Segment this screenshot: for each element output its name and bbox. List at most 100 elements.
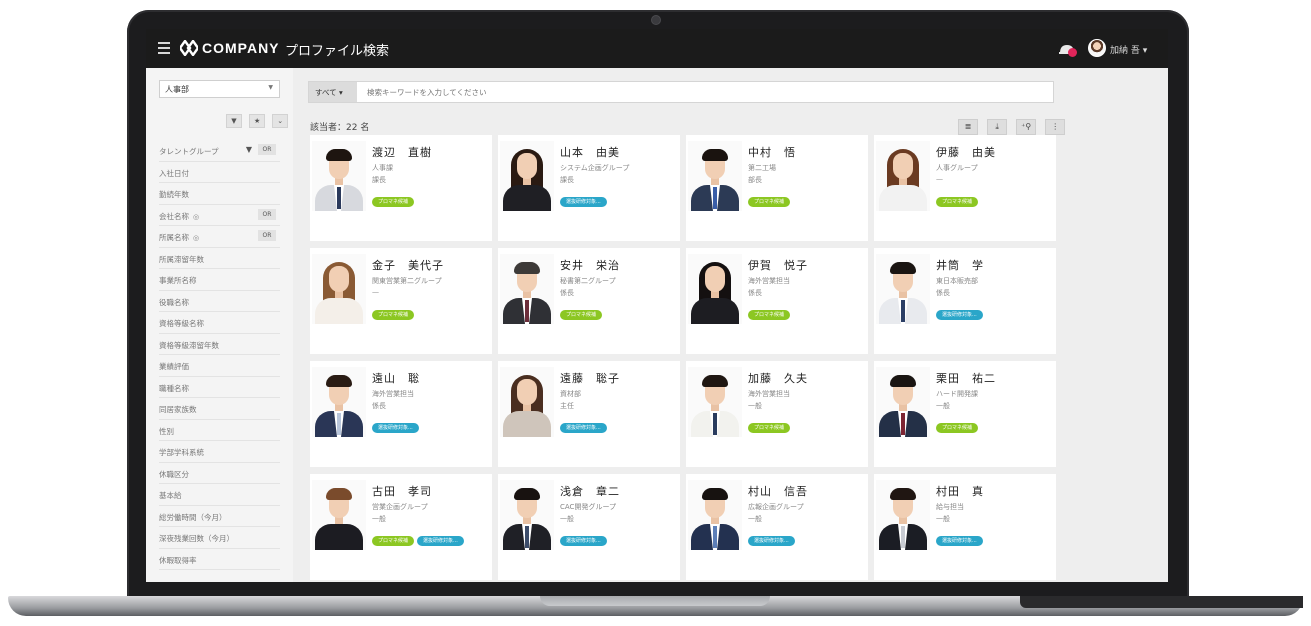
person-name[interactable]: 伊賀 悦子: [748, 257, 808, 273]
search-input[interactable]: [365, 82, 1045, 102]
profile-card[interactable]: 金子 美代子 関東営業第二グループ — プロマネ候補: [310, 248, 492, 354]
tag-badge[interactable]: プロマネ候補: [748, 310, 791, 320]
sidebar-filter-item[interactable]: 基本給: [159, 484, 280, 506]
profile-card[interactable]: 伊賀 悦子 海外営業担当 係長 プロマネ候補: [686, 248, 868, 354]
sidebar-item-label: 総労働時間（今月）: [159, 512, 227, 522]
sidebar-filter-item[interactable]: 学部学科系統: [159, 441, 280, 463]
help-icon[interactable]: ◎: [193, 213, 199, 221]
tag-badge[interactable]: プロマネ候補: [372, 310, 415, 320]
or-toggle-button[interactable]: OR: [258, 208, 276, 220]
camera-icon: [651, 15, 661, 25]
sidebar-filter-item[interactable]: 深夜残業回数（今月）: [159, 527, 280, 549]
add-user-icon[interactable]: ⁺⚲: [1016, 119, 1037, 135]
search-scope-dropdown[interactable]: すべて ▾: [309, 82, 357, 102]
sidebar-filter-item[interactable]: 入社日付: [159, 162, 280, 183]
avatar[interactable]: [1088, 39, 1106, 57]
tag-badge[interactable]: プロマネ候補: [748, 197, 791, 207]
filter-icon[interactable]: ▼: [226, 114, 242, 128]
more-icon[interactable]: ⋮: [1045, 119, 1066, 135]
hamburger-menu-icon[interactable]: [158, 42, 170, 54]
profile-card[interactable]: 加藤 久夫 海外営業担当 一般 プロマネ候補: [686, 361, 868, 467]
sidebar-filter-item[interactable]: 会社名称 ◎ OR: [159, 205, 280, 226]
search-bar: すべて ▾: [308, 81, 1054, 103]
tag-badge[interactable]: 選抜研修対象...: [417, 536, 464, 546]
sidebar-filter-item[interactable]: タレントグループ ▼ OR: [159, 140, 280, 162]
star-icon[interactable]: ★: [249, 114, 266, 128]
tag-badge[interactable]: プロマネ候補: [560, 310, 603, 320]
tag-list: 選抜研修対象...: [748, 527, 798, 546]
person-name[interactable]: 古田 孝司: [372, 483, 432, 499]
person-name[interactable]: 金子 美代子: [372, 257, 444, 273]
tag-list: プロマネ候補: [748, 188, 793, 207]
person-name[interactable]: 遠藤 聡子: [560, 370, 620, 386]
profile-card[interactable]: 遠山 聡海外営業担当 係長 選抜研修対象...: [310, 361, 492, 467]
sidebar-filter-item[interactable]: 休職区分: [159, 463, 280, 484]
or-toggle-button[interactable]: OR: [258, 230, 276, 241]
person-name[interactable]: 村山 信吾: [748, 483, 808, 499]
sidebar-filter-item[interactable]: 休暇取得率: [159, 549, 280, 570]
person-name[interactable]: 伊藤 由美: [936, 144, 996, 160]
profile-card[interactable]: 伊藤 由美 人事グループ — プロマネ候補: [874, 135, 1056, 241]
sidebar-item-label: 休暇取得率: [159, 555, 197, 565]
tag-badge[interactable]: プロマネ候補: [748, 423, 791, 433]
sidebar-filter-item[interactable]: 性別: [159, 420, 280, 441]
sidebar-filter-item[interactable]: 資格等級名称: [159, 312, 280, 334]
sidebar-filter-item[interactable]: 職種名称: [159, 377, 280, 398]
person-name[interactable]: 浅倉 章二: [560, 483, 620, 499]
person-name[interactable]: 村田 真: [936, 483, 984, 499]
profile-card[interactable]: 山本 由美 システム企画グループ 課長 選抜研修対象...: [498, 135, 680, 241]
person-name[interactable]: 渡辺 直樹: [372, 144, 432, 160]
sidebar-filter-item[interactable]: 勤続年数: [159, 183, 280, 205]
tag-badge[interactable]: 選抜研修対象...: [748, 536, 795, 546]
sidebar-filter-item[interactable]: 役職名称: [159, 291, 280, 312]
user-menu[interactable]: 加納 吾 ▾: [1110, 43, 1147, 56]
person-name[interactable]: 山本 由美: [560, 144, 620, 160]
tag-badge[interactable]: 選抜研修対象...: [560, 197, 607, 207]
profile-card[interactable]: 中村 悟第二工場 部長 プロマネ候補: [686, 135, 868, 241]
list-view-icon[interactable]: ≣: [958, 119, 978, 135]
person-name[interactable]: 井筒 学: [936, 257, 984, 273]
or-toggle-button[interactable]: OR: [258, 144, 276, 155]
sidebar-filter-item[interactable]: 資格等級滞留年数: [159, 334, 280, 355]
person-name[interactable]: 栗田 祐二: [936, 370, 996, 386]
tag-list: 選抜研修対象...: [936, 301, 986, 320]
download-icon[interactable]: ⤓: [987, 119, 1008, 135]
person-name[interactable]: 中村 悟: [748, 144, 796, 160]
tag-badge[interactable]: 選抜研修対象...: [560, 536, 607, 546]
sidebar-filter-item[interactable]: 同居家族数: [159, 398, 280, 420]
profile-card[interactable]: 浅倉 章二 CAC開発グループ 一般 選抜研修対象...: [498, 474, 680, 580]
person-role: —: [372, 288, 379, 296]
profile-card[interactable]: 古田 孝司 営業企画グループ 一般 プロマネ候補 選抜研修対象...: [310, 474, 492, 580]
tag-badge[interactable]: プロマネ候補: [372, 536, 415, 546]
tag-badge[interactable]: プロマネ候補: [372, 197, 415, 207]
sidebar-item-label: 業績評価: [159, 362, 189, 371]
filter-icon[interactable]: ▼: [246, 145, 252, 154]
sidebar-item-label: 学部学科系統: [159, 448, 204, 457]
person-name[interactable]: 加藤 久夫: [748, 370, 808, 386]
profile-card[interactable]: 井筒 学東日本販売部 係長 選抜研修対象...: [874, 248, 1056, 354]
profile-card[interactable]: 村山 信吾 広報企画グループ 一般 選抜研修対象...: [686, 474, 868, 580]
profile-card[interactable]: 栗田 祐二 ハード開発課 一般 プロマネ候補: [874, 361, 1056, 467]
profile-card[interactable]: 村田 真給与担当 一般 選抜研修対象...: [874, 474, 1056, 580]
sidebar-filter-item[interactable]: 所属滞留年数: [159, 248, 280, 269]
chevron-down-icon[interactable]: ⌄: [272, 114, 289, 128]
person-name[interactable]: 安井 栄治: [560, 257, 620, 273]
profile-card[interactable]: 遠藤 聡子 資材部 主任 選抜研修対象...: [498, 361, 680, 467]
tag-badge[interactable]: プロマネ候補: [936, 197, 979, 207]
department-select[interactable]: 人事部 ▼: [159, 80, 280, 98]
profile-card[interactable]: 渡辺 直樹 人事課 課長 プロマネ候補: [310, 135, 492, 241]
profile-photo: [688, 254, 742, 324]
sidebar-filter-item[interactable]: 所属名称 ◎ OR: [159, 226, 280, 248]
sidebar-filter-item[interactable]: 総労働時間（今月）: [159, 506, 280, 527]
tag-badge[interactable]: 選抜研修対象...: [936, 536, 983, 546]
tag-badge[interactable]: プロマネ候補: [936, 423, 979, 433]
sidebar-filter-item[interactable]: 事業所名称: [159, 269, 280, 291]
sidebar-filter-item[interactable]: 業績評価: [159, 355, 280, 377]
profile-card[interactable]: 安井 栄治 秘書第二グループ 係長 プロマネ候補: [498, 248, 680, 354]
person-department: システム企画グループ: [560, 164, 630, 172]
tag-badge[interactable]: 選抜研修対象...: [936, 310, 983, 320]
help-icon[interactable]: ◎: [193, 234, 199, 242]
tag-badge[interactable]: 選抜研修対象...: [372, 423, 419, 433]
tag-badge[interactable]: 選抜研修対象...: [560, 423, 607, 433]
person-name[interactable]: 遠山 聡: [372, 370, 420, 386]
